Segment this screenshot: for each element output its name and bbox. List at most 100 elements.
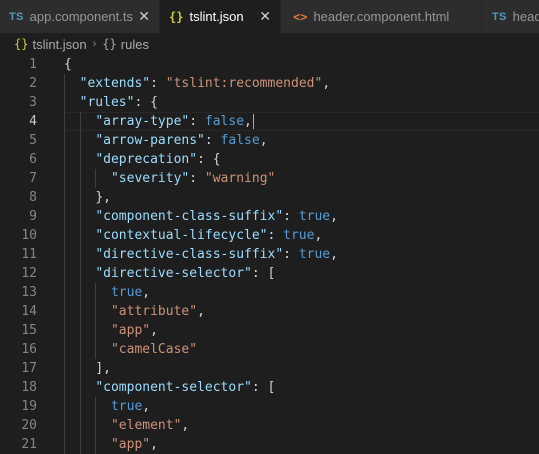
code-line[interactable]: 4 "array-type": false, <box>0 112 539 131</box>
code-token: , <box>244 114 252 129</box>
code-token: false <box>204 114 245 129</box>
line-number: 19 <box>21 399 37 414</box>
line-number: 13 <box>21 285 37 300</box>
code-token: "tslint:recommended" <box>165 76 323 91</box>
code-token: , <box>322 76 331 91</box>
code-text[interactable]: "arrow-parens": false, <box>64 131 268 150</box>
breadcrumb: {} tslint.json › {} rules <box>0 33 539 55</box>
code-text[interactable]: { <box>64 55 72 74</box>
code-token: true <box>283 228 315 243</box>
code-text[interactable]: "element", <box>64 416 189 435</box>
code-text[interactable]: }, <box>64 188 111 207</box>
code-line[interactable]: 14 "attribute", <box>0 302 539 321</box>
code-line[interactable]: 18 "component-selector": [ <box>0 378 539 397</box>
code-token: }, <box>95 190 111 205</box>
code-text[interactable]: "directive-class-suffix": true, <box>64 245 338 264</box>
code-line[interactable]: 20 "element", <box>0 416 539 435</box>
line-number: 17 <box>21 361 37 376</box>
code-token: , <box>142 285 151 300</box>
editor-tab-bar: TS app.component.ts ✕ {} tslint.json ✕ <… <box>0 0 539 33</box>
code-token: : [ <box>251 380 276 395</box>
code-token: : <box>267 228 284 243</box>
line-number: 20 <box>21 418 37 433</box>
breadcrumb-node[interactable]: rules <box>121 37 149 52</box>
object-icon: {} <box>102 37 117 51</box>
code-text[interactable]: true, <box>64 283 150 302</box>
code-text[interactable]: "array-type": false, <box>64 112 254 131</box>
code-line[interactable]: 17 ], <box>0 359 539 378</box>
line-number: 4 <box>29 114 37 129</box>
code-token: "rules" <box>79 95 135 110</box>
code-text[interactable]: "attribute", <box>64 302 205 321</box>
code-token: "component-class-suffix" <box>95 209 284 224</box>
code-line[interactable]: 16 "camelCase" <box>0 340 539 359</box>
code-token: "warning" <box>204 171 276 186</box>
code-text[interactable]: "rules": { <box>64 93 158 112</box>
code-token: , <box>197 304 205 319</box>
code-token: : { <box>134 95 158 110</box>
line-number: 12 <box>21 266 37 281</box>
close-icon[interactable]: ✕ <box>138 8 150 25</box>
code-text[interactable]: "app", <box>64 435 158 454</box>
code-line[interactable]: 11 "directive-class-suffix": true, <box>0 245 539 264</box>
code-line[interactable]: 5 "arrow-parens": false, <box>0 131 539 150</box>
code-line[interactable]: 21 "app", <box>0 435 539 454</box>
code-text[interactable]: "severity": "warning" <box>64 169 275 188</box>
breadcrumb-file[interactable]: tslint.json <box>32 37 86 52</box>
code-line[interactable]: 1{ <box>0 55 539 74</box>
line-number: 15 <box>21 323 37 338</box>
line-number: 10 <box>21 228 37 243</box>
code-text[interactable]: "contextual-lifecycle": true, <box>64 226 322 245</box>
code-token: "arrow-parens" <box>95 133 205 148</box>
code-token: , <box>142 399 151 414</box>
text-cursor <box>252 114 254 129</box>
typescript-file-icon: TS <box>9 10 24 23</box>
code-token: "deprecation" <box>95 152 198 167</box>
line-number: 8 <box>29 190 37 205</box>
code-line[interactable]: 8 }, <box>0 188 539 207</box>
code-line[interactable]: 10 "contextual-lifecycle": true, <box>0 226 539 245</box>
code-text[interactable]: true, <box>64 397 150 416</box>
code-text[interactable]: "deprecation": { <box>64 150 220 169</box>
code-line[interactable]: 6 "deprecation": { <box>0 150 539 169</box>
code-text[interactable]: "camelCase" <box>64 340 197 359</box>
tab-app-component-ts[interactable]: TS app.component.ts ✕ <box>0 0 160 33</box>
code-editor[interactable]: 1{2 "extends": "tslint:recommended", 3 "r… <box>0 55 539 454</box>
code-text[interactable]: "directive-selector": [ <box>64 264 275 283</box>
tab-header-component-ts[interactable]: TS head <box>482 0 539 33</box>
code-text[interactable]: "component-selector": [ <box>64 378 275 397</box>
code-text[interactable]: "app", <box>64 321 158 340</box>
code-line[interactable]: 2 "extends": "tslint:recommended", <box>0 74 539 93</box>
chevron-right-icon: › <box>92 38 97 50</box>
tab-header-component-html[interactable]: <> header.component.html <box>281 0 482 33</box>
code-line[interactable]: 12 "directive-selector": [ <box>0 264 539 283</box>
code-text[interactable]: ], <box>64 359 111 378</box>
tab-label: tslint.json <box>189 9 244 24</box>
code-line[interactable]: 9 "component-class-suffix": true, <box>0 207 539 226</box>
code-line[interactable]: 19 true, <box>0 397 539 416</box>
tab-tslint-json[interactable]: {} tslint.json ✕ <box>160 0 281 33</box>
line-number: 16 <box>21 342 37 357</box>
code-token: : <box>189 114 205 129</box>
code-token: , <box>259 133 268 148</box>
code-text[interactable]: "extends": "tslint:recommended", <box>64 74 330 93</box>
code-line[interactable]: 3 "rules": { <box>0 93 539 112</box>
code-token: "severity" <box>110 171 190 186</box>
code-text[interactable]: "component-class-suffix": true, <box>64 207 338 226</box>
code-line[interactable]: 15 "app", <box>0 321 539 340</box>
code-line[interactable]: 7 "severity": "warning" <box>0 169 539 188</box>
close-icon[interactable]: ✕ <box>259 8 271 25</box>
html-file-icon: <> <box>293 9 308 24</box>
line-number: 2 <box>29 76 37 91</box>
code-line[interactable]: 13 true, <box>0 283 539 302</box>
line-number: 11 <box>21 247 37 262</box>
